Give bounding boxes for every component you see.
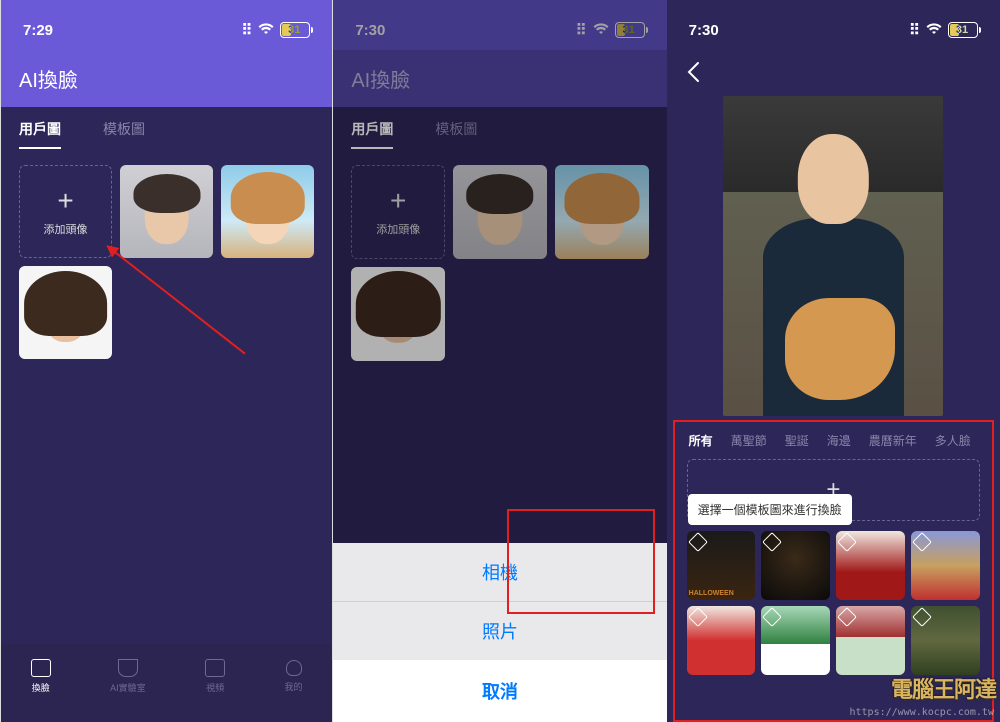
nav-bar	[667, 50, 1000, 94]
premium-badge-icon	[688, 607, 708, 627]
add-template-button[interactable]: + 選擇一個模板圖來進行換臉	[687, 459, 980, 521]
premium-badge-icon	[688, 532, 708, 552]
screen-2-action-sheet: 7:30 ⠿ 31 AI換臉 用戶圖 模板圖 + 添加頭像 相機 照片	[333, 0, 666, 722]
template-tooltip: 選擇一個模板圖來進行換臉	[688, 494, 852, 525]
tab-template-photos[interactable]: 模板圖	[103, 119, 145, 149]
status-time: 7:29	[23, 22, 53, 39]
category-lunar-new-year[interactable]: 農曆新年	[869, 432, 917, 449]
chevron-left-icon	[686, 61, 700, 83]
bottom-nav: 換臉 AI實驗室 視頻 我的	[1, 644, 332, 722]
user-photo-thumbnail[interactable]	[221, 165, 314, 258]
battery-icon: 31	[948, 22, 978, 38]
nav-video[interactable]: 視頻	[205, 659, 225, 694]
wifi-icon	[258, 22, 274, 39]
category-coast[interactable]: 海邊	[827, 432, 851, 449]
source-tabs: 用戶圖 模板圖	[1, 107, 332, 151]
category-halloween[interactable]: 萬聖節	[731, 432, 767, 449]
user-photo-thumbnail[interactable]	[19, 266, 112, 359]
status-bar: 7:29 ⠿ 31	[1, 0, 332, 50]
action-cancel[interactable]: 取消	[333, 660, 666, 722]
premium-badge-icon	[912, 532, 932, 552]
signal-icon: ⠿	[909, 21, 920, 39]
page-title: AI換臉	[1, 50, 332, 107]
face-swap-icon	[31, 659, 51, 677]
premium-badge-icon	[763, 607, 783, 627]
status-right: ⠿ 31	[909, 21, 978, 39]
user-photo-grid: + 添加頭像	[1, 151, 332, 373]
template-thumbnail[interactable]	[687, 606, 756, 675]
selected-photo-preview	[667, 94, 1000, 426]
status-bar: 7:30 ⠿ 31	[667, 0, 1000, 50]
template-thumbnail[interactable]	[687, 531, 756, 600]
template-category-tabs: 所有 萬聖節 聖誕 海邊 農曆新年 多人臉	[681, 432, 986, 459]
wifi-icon	[926, 22, 942, 39]
screen-3-template-picker: 7:30 ⠿ 31 所有 萬聖節 聖誕 海邊 農曆新年	[667, 0, 1000, 722]
template-thumbnail[interactable]	[836, 606, 905, 675]
template-panel: 所有 萬聖節 聖誕 海邊 農曆新年 多人臉 + 選擇一個模板圖來進行換臉	[673, 420, 994, 722]
photo-source-action-sheet: 相機 照片 取消	[333, 543, 666, 722]
back-button[interactable]	[679, 58, 707, 86]
action-photo-library[interactable]: 照片	[333, 601, 666, 660]
template-thumbnail[interactable]	[761, 531, 830, 600]
screen-1-user-gallery: 7:29 ⠿ 31 AI換臉 用戶圖 模板圖 + 添加頭像 換臉	[0, 0, 333, 722]
add-avatar-button[interactable]: + 添加頭像	[19, 165, 112, 258]
lab-icon	[118, 659, 138, 677]
template-thumbnail[interactable]	[761, 606, 830, 675]
template-thumbnail[interactable]	[911, 531, 980, 600]
premium-badge-icon	[912, 607, 932, 627]
status-right: ⠿ 31	[241, 21, 310, 39]
nav-mine[interactable]: 我的	[285, 660, 303, 693]
nav-face-swap[interactable]: 換臉	[31, 659, 51, 694]
category-multi-face[interactable]: 多人臉	[935, 432, 971, 449]
signal-icon: ⠿	[241, 21, 252, 39]
user-photo-thumbnail[interactable]	[120, 165, 213, 258]
battery-icon: 31	[280, 22, 310, 38]
profile-icon	[286, 660, 302, 676]
action-camera[interactable]: 相機	[333, 543, 666, 601]
premium-badge-icon	[837, 532, 857, 552]
template-thumbnail[interactable]	[836, 531, 905, 600]
template-thumbnail[interactable]	[911, 606, 980, 675]
nav-ai-lab[interactable]: AI實驗室	[110, 659, 146, 694]
premium-badge-icon	[763, 532, 783, 552]
tab-user-photos[interactable]: 用戶圖	[19, 119, 61, 149]
template-grid	[681, 525, 986, 681]
plus-icon: +	[57, 187, 73, 215]
premium-badge-icon	[837, 607, 857, 627]
add-avatar-label: 添加頭像	[44, 221, 88, 237]
status-time: 7:30	[689, 22, 719, 39]
category-xmas[interactable]: 聖誕	[785, 432, 809, 449]
video-icon	[205, 659, 225, 677]
preview-image	[723, 96, 943, 416]
category-all[interactable]: 所有	[689, 432, 713, 449]
